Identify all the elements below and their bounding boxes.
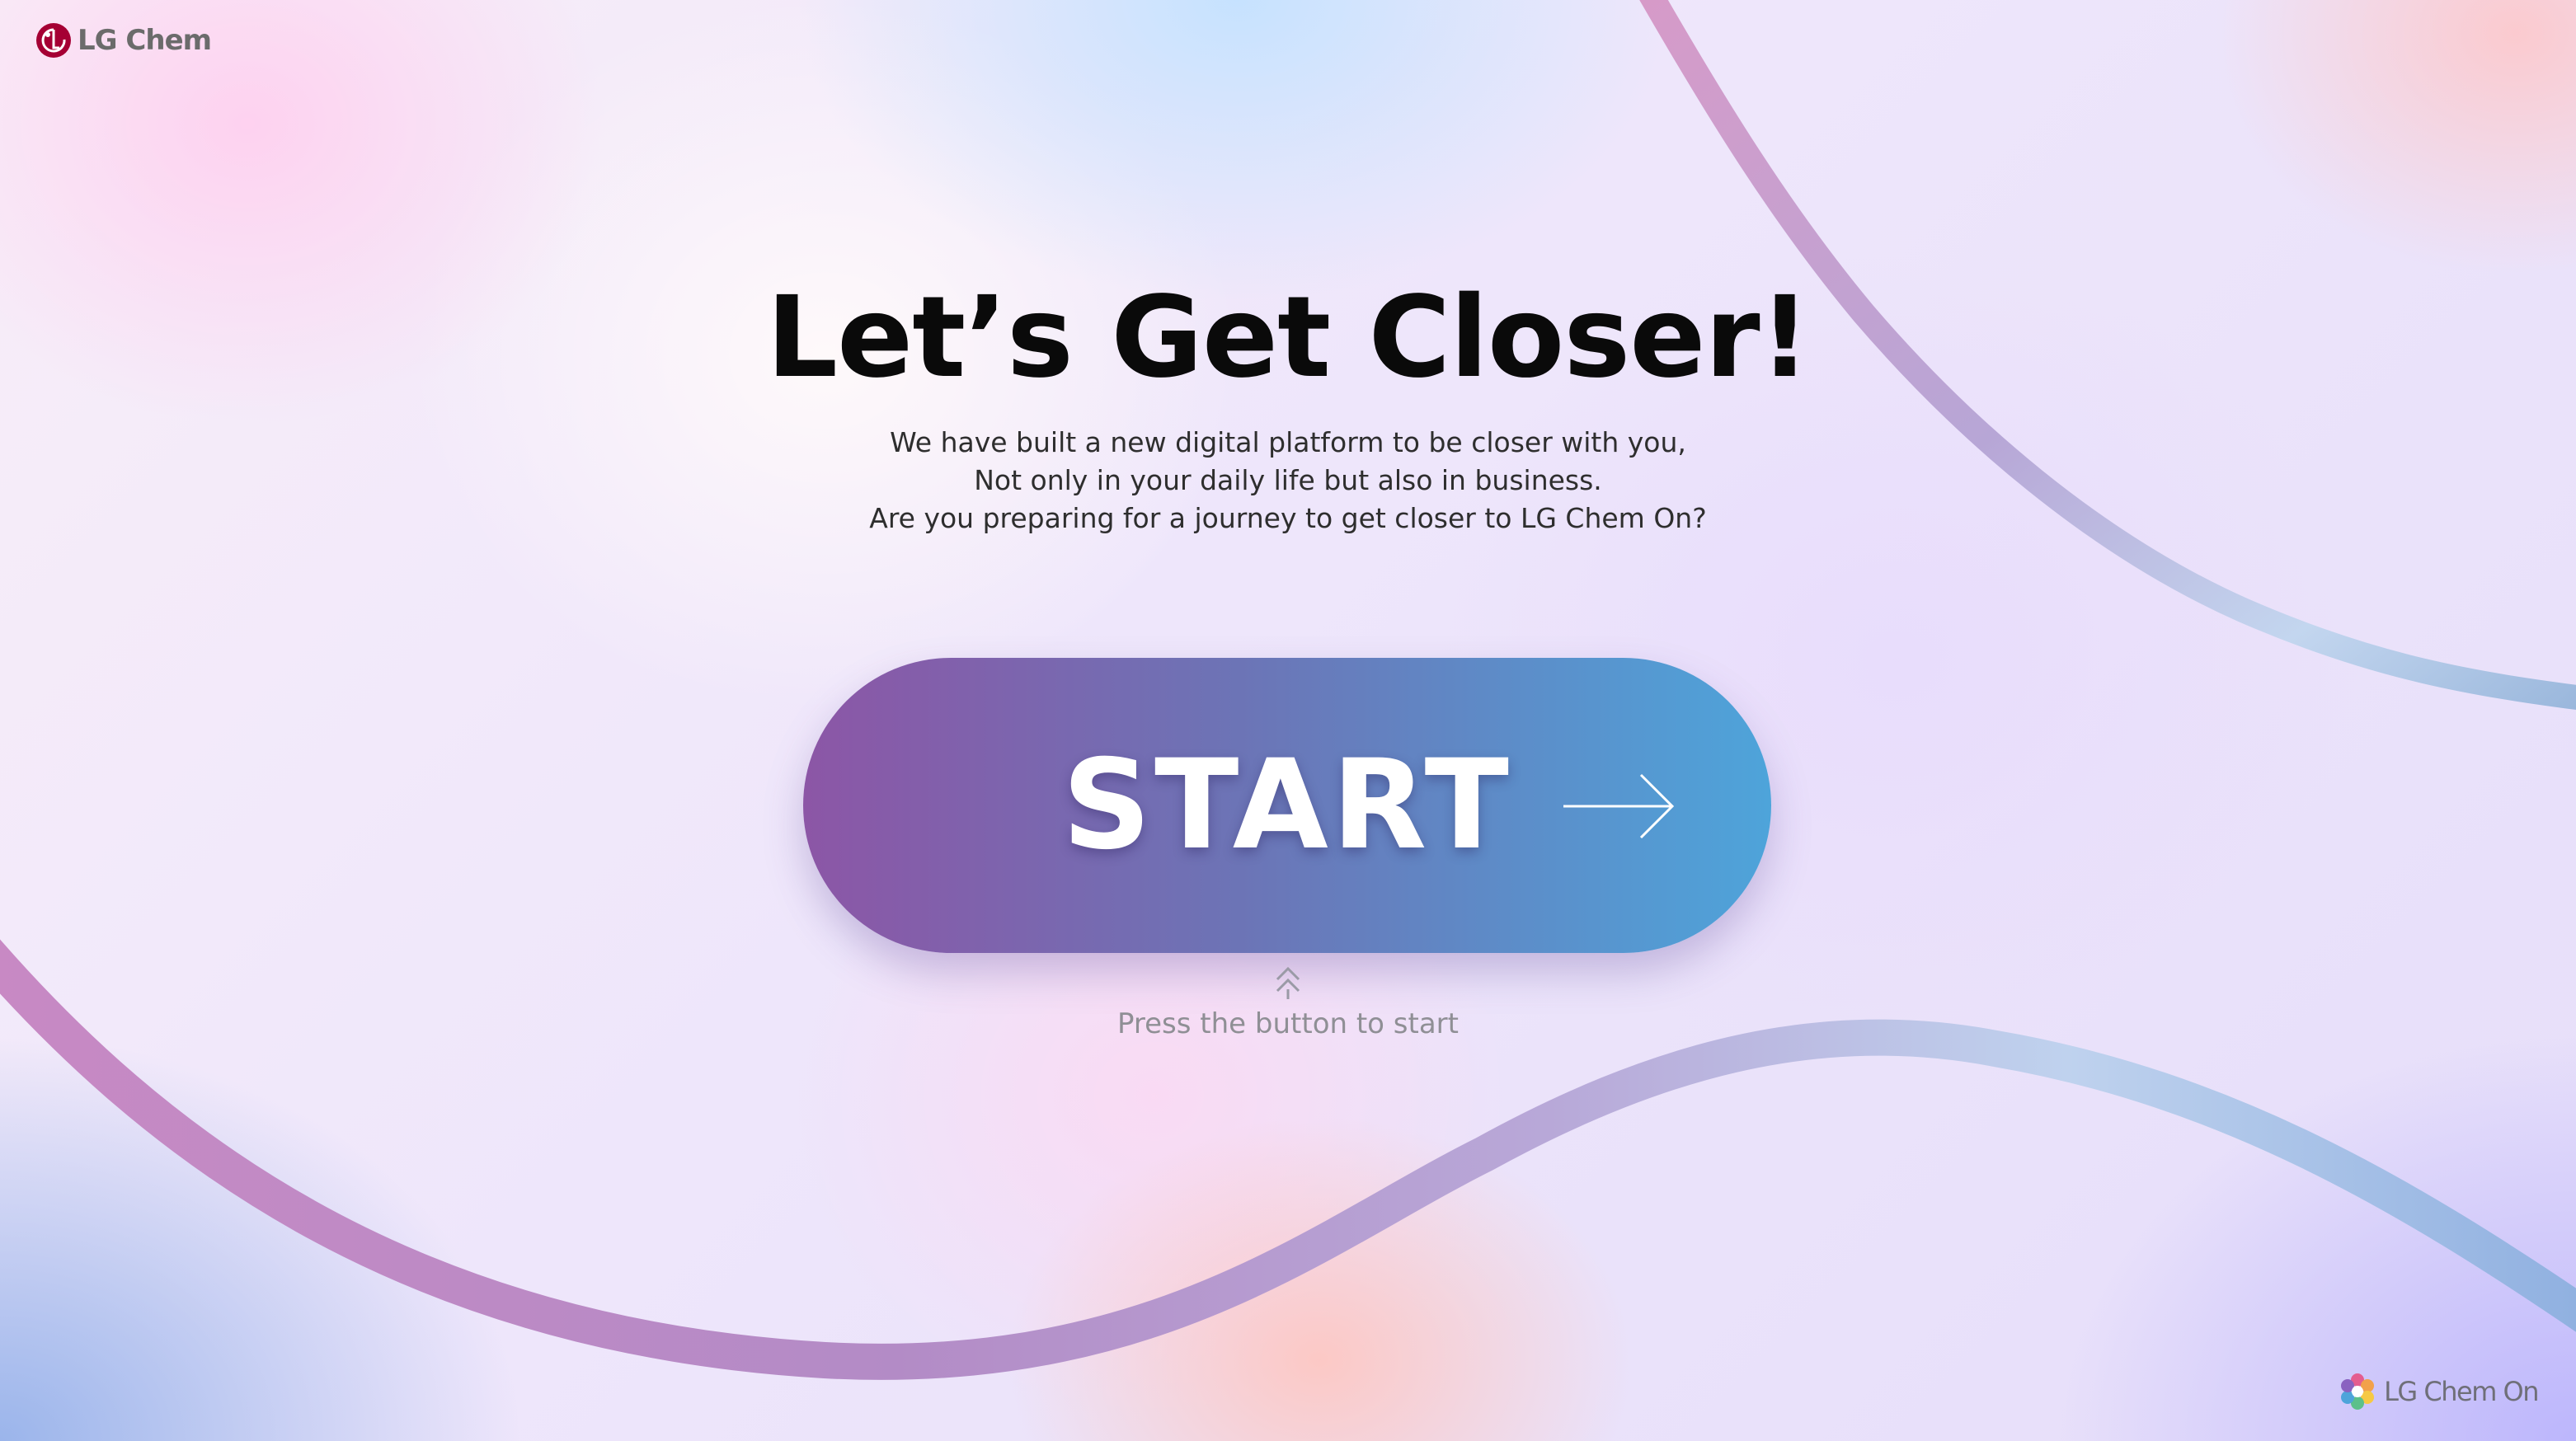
intro-line: We have built a new digital platform to … — [890, 426, 1686, 458]
lg-face-icon — [36, 23, 71, 58]
lg-chem-on-flower-icon — [2341, 1373, 2375, 1410]
lg-chem-logo-text: LG Chem — [78, 24, 212, 57]
page-title: Let’s Get Closer! — [766, 273, 1810, 403]
lg-chem-logo: LG Chem — [36, 23, 212, 58]
lg-chem-on-logo-text: LG Chem On — [2384, 1376, 2539, 1407]
intro-line: Not only in your daily life but also in … — [974, 464, 1602, 496]
intro-text: We have built a new digital platform to … — [0, 424, 2576, 537]
double-chevron-up-icon — [1276, 966, 1300, 999]
press-start-hint: Press the button to start — [1117, 1007, 1459, 1040]
lg-chem-on-logo: LG Chem On — [2338, 1372, 2539, 1411]
start-button[interactable]: START — [803, 658, 1771, 953]
arrow-right-icon — [1563, 773, 1675, 839]
intro-line: Are you preparing for a journey to get c… — [869, 502, 1707, 534]
